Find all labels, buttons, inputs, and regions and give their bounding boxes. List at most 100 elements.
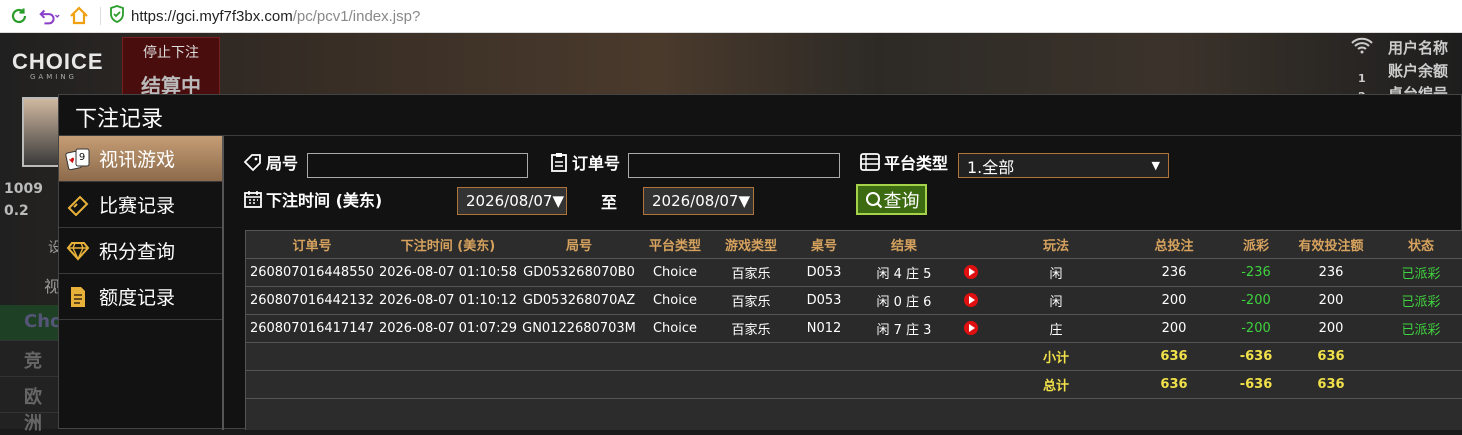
query-button-label: 查询 <box>883 190 920 212</box>
bet-time-label-text: 下注时间 (美东) <box>266 191 383 210</box>
menu-item-match-records[interactable]: 比赛记录 <box>59 182 222 228</box>
play-video-icon[interactable] <box>964 293 978 307</box>
playing-cards-icon: 9 <box>65 147 91 171</box>
cell-bet: 236 <box>1122 258 1226 287</box>
cell-status: 已派彩 <box>1376 314 1462 343</box>
column-header-total-bet: 总投注 <box>1122 231 1226 259</box>
order-number-input[interactable] <box>628 153 840 178</box>
refresh-icon[interactable] <box>8 5 30 27</box>
total-label: 总计 <box>990 370 1122 399</box>
platform-label-text: 平台类型 <box>884 154 949 173</box>
home-icon[interactable] <box>68 5 90 27</box>
cell-payout: -236 <box>1226 258 1286 287</box>
cell-game: 百家乐 <box>710 258 792 287</box>
menu-item-credit-records[interactable]: 额度记录 <box>59 274 222 320</box>
date-to-input[interactable]: 2026/08/07▼ <box>643 187 754 215</box>
lobby-nav-item[interactable]: Cho <box>0 305 62 341</box>
platform-type-select[interactable]: 1.全部 ▼ <box>958 153 1169 178</box>
menu-item-label: 额度记录 <box>99 287 176 309</box>
round-label-text: 局号 <box>266 154 299 173</box>
cell-play: 闲 <box>990 286 1122 315</box>
date-range-to-label: 至 <box>601 193 618 212</box>
cell-table: D053 <box>792 286 856 315</box>
subtotal-row: 小计 636 -636 636 <box>246 342 1462 371</box>
wifi-icon <box>1350 37 1380 62</box>
subtotal-valid: 636 <box>1286 342 1376 371</box>
cell-play: 闲 <box>990 258 1122 287</box>
lobby-side-nav: Cho 竞 欧洲 <box>0 305 62 434</box>
cell-replay <box>952 286 990 315</box>
user-name-label: 用户名称 <box>1388 39 1449 57</box>
table-row: 260807016448550 2026-08-07 01:10:58 GD05… <box>246 258 1462 287</box>
avatar <box>22 97 60 167</box>
column-header-play: 玩法 <box>990 231 1122 259</box>
cell-platform: Choice <box>640 286 710 315</box>
cell-result: 闲 0 庄 6 <box>856 286 952 315</box>
tag-icon <box>243 154 261 171</box>
cell-table: N012 <box>792 314 856 343</box>
balance-1: 1009 <box>4 181 43 197</box>
menu-item-points-query[interactable]: 积分查询 <box>59 228 222 274</box>
menu-item-video-games[interactable]: 9 视讯游戏 <box>59 136 222 182</box>
table-row: 260807016442132 2026-08-07 01:10:12 GD05… <box>246 286 1462 315</box>
balance-2: 0.2 <box>4 203 29 219</box>
round-number-input[interactable] <box>307 153 528 178</box>
betting-status-panel: 停止下注 结算中 <box>122 37 220 98</box>
cell-time: 2026-08-07 01:10:58 <box>378 258 518 287</box>
column-header-platform: 平台类型 <box>640 231 710 259</box>
search-icon <box>865 191 882 208</box>
records-content: 局号 订单号 平台类型 1.全部 ▼ 下注时间 (美东) 2026/08/07▼… <box>222 136 1462 430</box>
play-video-icon[interactable] <box>964 265 978 279</box>
cell-game: 百家乐 <box>710 314 792 343</box>
subtotal-bet: 636 <box>1122 342 1226 371</box>
lobby-nav-item[interactable]: 欧洲 <box>0 377 58 434</box>
cell-replay <box>952 258 990 287</box>
column-header-table: 桌号 <box>792 231 856 259</box>
account-balance-label: 账户余额 <box>1388 62 1449 80</box>
subtotal-label: 小计 <box>990 342 1122 371</box>
cell-time: 2026-08-07 01:10:12 <box>378 286 518 315</box>
document-icon <box>65 285 91 309</box>
column-header-result: 结果 <box>856 231 952 259</box>
cell-payout: -200 <box>1226 286 1286 315</box>
menu-item-label: 比赛记录 <box>99 195 176 217</box>
calendar-icon <box>244 191 262 208</box>
play-video-icon[interactable] <box>964 321 978 335</box>
round-filter-label: 局号 <box>243 150 298 174</box>
platform-filter-label: 平台类型 <box>859 150 948 174</box>
lobby-nav-item[interactable]: 竞 <box>0 341 58 377</box>
query-button[interactable]: 查询 <box>856 184 927 215</box>
cell-result: 闲 4 庄 5 <box>856 258 952 287</box>
cell-valid: 200 <box>1286 314 1376 343</box>
cell-status: 已派彩 <box>1376 286 1462 315</box>
table-row: 260807016417147 2026-08-07 01:07:29 GN01… <box>246 314 1462 343</box>
records-menu: 9 视讯游戏 比赛记录 积分查询 额度记录 <box>59 136 222 430</box>
column-header-valid-bet: 有效投注额 <box>1286 231 1376 259</box>
column-header-round: 局号 <box>518 231 640 259</box>
cell-bet: 200 <box>1122 286 1226 315</box>
address-bar[interactable]: https://gci.myf7f3bx.com/pc/pcv1/index.j… <box>131 8 420 25</box>
column-header-status: 状态 <box>1376 231 1462 259</box>
bet-time-filter-label: 下注时间 (美东) <box>243 187 382 211</box>
date-from-input[interactable]: 2026/08/07▼ <box>457 187 567 215</box>
ticket-icon <box>65 193 91 217</box>
menu-item-label: 积分查询 <box>99 241 176 263</box>
cell-valid: 236 <box>1286 258 1376 287</box>
brand-logo-sub: GAMING <box>30 73 77 81</box>
cell-order: 260807016442132 <box>246 286 378 315</box>
table-header-row: 订单号 下注时间 (美东) 局号 平台类型 游戏类型 桌号 结果 玩法 总投注 … <box>246 231 1462 259</box>
toolbar-divider <box>100 7 101 25</box>
secure-shield-icon <box>109 5 125 27</box>
cell-round: GD053268070B0 <box>518 258 640 287</box>
undo-icon[interactable] <box>38 5 60 27</box>
url-path: /pc/pcv1/index.jsp? <box>292 7 421 25</box>
menu-item-label: 视讯游戏 <box>99 149 176 171</box>
cell-bet: 200 <box>1122 314 1226 343</box>
cell-game: 百家乐 <box>710 286 792 315</box>
brand-logo: CHOICE <box>12 49 104 74</box>
platform-selected-value: 1.全部 <box>967 157 1015 177</box>
subtotal-payout: -636 <box>1226 342 1286 371</box>
cell-platform: Choice <box>640 258 710 287</box>
chevron-down-icon: ▼ <box>1151 159 1160 172</box>
cell-play: 庄 <box>990 314 1122 343</box>
